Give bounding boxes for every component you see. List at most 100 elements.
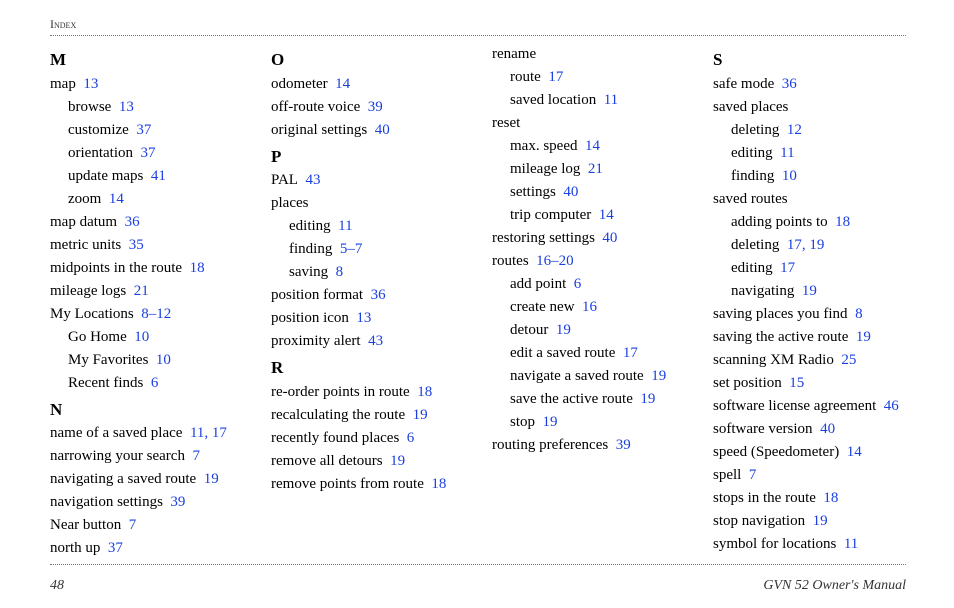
index-page-ref[interactable]: 19 — [556, 322, 571, 338]
index-page-ref[interactable]: 13 — [83, 76, 98, 92]
index-entry: saved location 11 — [510, 90, 685, 111]
index-term: deleting — [731, 122, 779, 138]
index-page-ref[interactable]: 19 — [390, 453, 405, 469]
index-page-ref[interactable]: 35 — [129, 237, 144, 253]
index-page-ref[interactable]: 6 — [407, 430, 415, 446]
index-page-ref[interactable]: 8–12 — [141, 306, 171, 322]
index-entry: routes 16–20 — [492, 251, 685, 272]
index-page-ref[interactable]: 11 — [604, 92, 618, 108]
index-page-ref[interactable]: 7 — [749, 467, 757, 483]
index-page-ref[interactable]: 18 — [823, 490, 838, 506]
index-term: map datum — [50, 214, 117, 230]
index-term: proximity alert — [271, 333, 361, 349]
index-entry: editing 11 — [731, 143, 906, 164]
index-page-ref[interactable]: 10 — [156, 352, 171, 368]
index-term: remove points from route — [271, 476, 424, 492]
index-page-ref[interactable]: 10 — [782, 168, 797, 184]
index-page-ref[interactable]: 17 — [548, 69, 563, 85]
index-entry: reset — [492, 113, 685, 134]
index-term: speed (Speedometer) — [713, 444, 839, 460]
index-page-ref[interactable]: 37 — [108, 540, 123, 556]
index-page-ref[interactable]: 37 — [140, 145, 155, 161]
index-page-ref[interactable]: 19 — [813, 513, 828, 529]
index-page-ref[interactable]: 18 — [190, 260, 205, 276]
index-term: route — [510, 69, 541, 85]
index-page-ref[interactable]: 19 — [802, 283, 817, 299]
index-page-ref[interactable]: 19 — [651, 368, 666, 384]
index-entry: orientation 37 — [68, 143, 243, 164]
index-page-ref[interactable]: 19 — [413, 407, 428, 423]
index-page-ref[interactable]: 11, 17 — [190, 425, 227, 441]
index-entry: mileage log 21 — [510, 159, 685, 180]
index-page-ref[interactable]: 6 — [151, 375, 159, 391]
index-page-ref[interactable]: 36 — [782, 76, 797, 92]
index-page-ref[interactable]: 40 — [563, 184, 578, 200]
index-page-ref[interactable]: 13 — [119, 99, 134, 115]
index-page-ref[interactable]: 10 — [134, 329, 149, 345]
index-page-ref[interactable]: 14 — [847, 444, 862, 460]
index-page-ref[interactable]: 19 — [640, 391, 655, 407]
index-term: saving the active route — [713, 329, 848, 345]
index-page-ref[interactable]: 43 — [368, 333, 383, 349]
index-page-ref[interactable]: 11 — [780, 145, 794, 161]
index-page-ref[interactable]: 14 — [599, 207, 614, 223]
index-page-ref[interactable]: 41 — [151, 168, 166, 184]
index-page-ref[interactable]: 25 — [841, 352, 856, 368]
index-term: places — [271, 195, 308, 211]
index-page-ref[interactable]: 18 — [417, 384, 432, 400]
index-page-ref[interactable]: 43 — [305, 172, 320, 188]
index-entry: stop navigation 19 — [713, 511, 906, 532]
index-page-ref[interactable]: 16 — [582, 299, 597, 315]
index-page-ref[interactable]: 40 — [602, 230, 617, 246]
index-term: north up — [50, 540, 100, 556]
index-entry: navigating 19 — [731, 281, 906, 302]
index-page-ref[interactable]: 18 — [835, 214, 850, 230]
index-page-ref[interactable]: 17 — [623, 345, 638, 361]
index-page-ref[interactable]: 36 — [125, 214, 140, 230]
index-page-ref[interactable]: 13 — [356, 310, 371, 326]
index-page-ref[interactable]: 14 — [109, 191, 124, 207]
index-term: re-order points in route — [271, 384, 410, 400]
index-page-ref[interactable]: 8 — [855, 306, 863, 322]
index-page-ref[interactable]: 19 — [204, 471, 219, 487]
index-entry: metric units 35 — [50, 235, 243, 256]
index-term: safe mode — [713, 76, 774, 92]
index-page-ref[interactable]: 14 — [585, 138, 600, 154]
index-page-ref[interactable]: 8 — [336, 264, 344, 280]
index-page-ref[interactable]: 36 — [371, 287, 386, 303]
index-page-ref[interactable]: 7 — [192, 448, 200, 464]
index-entry: browse 13 — [68, 97, 243, 118]
index-page-ref[interactable]: 16–20 — [536, 253, 574, 269]
index-page-ref[interactable]: 39 — [368, 99, 383, 115]
index-term: saving — [289, 264, 328, 280]
index-page-ref[interactable]: 40 — [375, 122, 390, 138]
index-page-ref[interactable]: 39 — [170, 494, 185, 510]
index-entry: saving the active route 19 — [713, 327, 906, 348]
index-entry: deleting 12 — [731, 120, 906, 141]
index-page-ref[interactable]: 40 — [820, 421, 835, 437]
index-entry: software license agreement 46 — [713, 396, 906, 417]
index-page-ref[interactable]: 46 — [884, 398, 899, 414]
index-entry: odometer 14 — [271, 74, 464, 95]
index-page-ref[interactable]: 37 — [136, 122, 151, 138]
index-page-ref[interactable]: 7 — [129, 517, 137, 533]
index-page-ref[interactable]: 17 — [780, 260, 795, 276]
index-page-ref[interactable]: 17, 19 — [787, 237, 825, 253]
index-page-ref[interactable]: 21 — [134, 283, 149, 299]
index-term: max. speed — [510, 138, 577, 154]
index-page-ref[interactable]: 11 — [844, 536, 858, 552]
index-page-ref[interactable]: 5–7 — [340, 241, 363, 257]
index-letter-heading: P — [271, 145, 464, 169]
index-entry: trip computer 14 — [510, 205, 685, 226]
index-page-ref[interactable]: 18 — [431, 476, 446, 492]
index-page-ref[interactable]: 12 — [787, 122, 802, 138]
index-page-ref[interactable]: 19 — [856, 329, 871, 345]
index-page-ref[interactable]: 19 — [543, 414, 558, 430]
index-page-ref[interactable]: 15 — [789, 375, 804, 391]
index-page-ref[interactable]: 21 — [588, 161, 603, 177]
index-page-ref[interactable]: 14 — [335, 76, 350, 92]
index-entry: editing 17 — [731, 258, 906, 279]
index-page-ref[interactable]: 11 — [338, 218, 352, 234]
index-page-ref[interactable]: 39 — [616, 437, 631, 453]
index-page-ref[interactable]: 6 — [574, 276, 582, 292]
